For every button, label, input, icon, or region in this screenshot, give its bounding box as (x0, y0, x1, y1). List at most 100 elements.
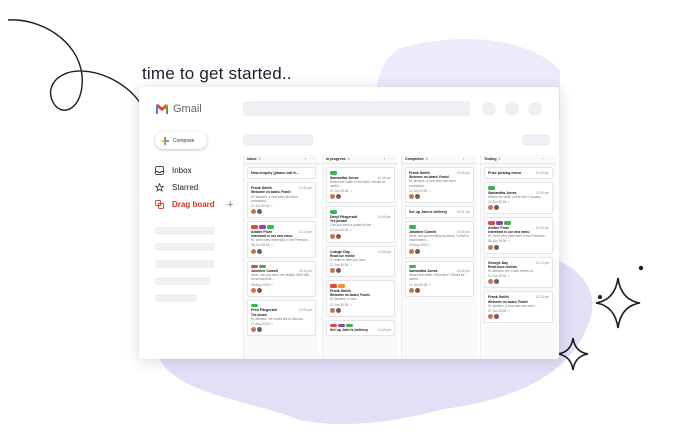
nav-starred[interactable]: Starred (155, 183, 198, 192)
column-count: 5 (425, 157, 428, 161)
board-column: Inbox 5 + ··· New enquiry (phone call fr...… (243, 155, 319, 359)
card-meta: 12 Jun 20:04 ☆ (488, 200, 511, 205)
email-card[interactable]: New enquiry (phone call fr... (247, 167, 316, 180)
card-meta: 12 Jun 20:04 ☆ (488, 274, 511, 279)
nav-inbox[interactable]: Inbox (155, 166, 192, 175)
card-time: 12:45 pm (298, 186, 312, 191)
compose-label: Compose (173, 137, 195, 144)
column-actions-button[interactable]: + ··· (462, 157, 474, 161)
email-card[interactable]: Cutege Day 10:39 pm Read our review If I wa… (326, 245, 395, 278)
avatar (494, 314, 499, 320)
email-card[interactable]: Samantha Jones 12:45 pm Where the width of… (326, 167, 395, 204)
avatar (251, 287, 256, 293)
board-column: Completed 5 + ··· Frank Smith 12:45 pm Welcom… (401, 155, 477, 359)
card-snippet: Hi Jasmine, a new... (330, 297, 359, 302)
avatar (251, 248, 256, 254)
email-card[interactable]: Jasmine Cowell 12:11 pm Hello, can you sen… (247, 260, 316, 297)
avatar (336, 194, 341, 200)
dot-icon (598, 295, 602, 299)
board-icon (155, 200, 164, 209)
email-card[interactable]: Frank Smith Welcome on board, Frank! Hi Ja… (326, 280, 395, 317)
nav-starred-label: Starred (172, 183, 199, 192)
label-tag (267, 225, 274, 229)
column-header: Testing 5 + ··· (481, 155, 556, 164)
column-title: Testing (484, 157, 497, 161)
email-card[interactable]: Daryl Fitzgerald 12:40 pm Yes please! Can y… (326, 206, 395, 243)
email-card[interactable]: Samantha Jones 12:40 pm Where the width of… (405, 260, 474, 297)
card-assignees (488, 279, 549, 285)
help-icon[interactable] (482, 102, 496, 116)
avatar (336, 268, 341, 274)
card-assignees (488, 205, 549, 211)
card-assignees (409, 194, 470, 200)
card-snippet: Hi Jasmine, a new sale has been... (488, 303, 538, 308)
email-card[interactable]: Set up John's delivery 12:45 pm (326, 319, 395, 337)
card-time: 12:41 pm (456, 210, 470, 215)
email-card[interactable]: Frank Smith 12:45 pm Welcome on board, Fra… (405, 167, 474, 204)
email-card[interactable]: Frank Smith 12:45 pm Welcome on board, Fra… (247, 182, 316, 219)
card-sender: Set up John's delivery (330, 328, 369, 333)
email-card[interactable]: Amber Fiore 12:36 pm Interested in our new… (484, 217, 553, 254)
avatar (330, 268, 335, 274)
card-assignees (251, 327, 312, 333)
promo-stage: time to get started.. Gmail Compose Inbo… (0, 0, 682, 441)
card-tags (251, 303, 312, 308)
card-meta: 12 Jun 20:04 ☆ (409, 188, 432, 193)
card-time: 12:40 pm (377, 214, 391, 219)
card-sender: Fred Fitzgerald (251, 308, 277, 313)
card-snippet: Hi Jasmine, a new sale has been schedule… (251, 194, 298, 203)
card-snippet: Hello, are you sending my setup. I'd lik… (409, 233, 469, 243)
swirl-line (7, 19, 146, 113)
email-card[interactable]: Amber Fiore 12:14 pm Interested in our new… (247, 221, 316, 258)
column-count: 4 (347, 157, 350, 161)
email-card[interactable]: Fred Fitzgerald 12:09 pm The phone Hi Jasmi… (247, 299, 316, 337)
email-card[interactable]: Frank Smith 12:10 pm Welcome on board, Fra… (484, 291, 553, 324)
card-meta: 29 Aug 20:04 ☆ (251, 282, 274, 287)
card-meta: 12 Jun 20:04 ☆ (330, 302, 353, 307)
card-tags (251, 264, 312, 269)
card-sender: Set up John's delivery (409, 210, 448, 215)
card-time: 12:45 pm (535, 171, 549, 175)
label-tag (488, 221, 495, 225)
label-tag (259, 264, 266, 269)
avatar (257, 287, 262, 293)
card-assignees (488, 244, 549, 250)
column-actions-button[interactable]: + ··· (304, 157, 316, 161)
column-count: 5 (498, 157, 501, 161)
email-card[interactable]: Samantha Jones 12:45 pm Where the width of… (484, 182, 553, 215)
email-card[interactable]: Price picking menu 12:45 pm (484, 167, 553, 180)
avatar (409, 248, 414, 254)
column-actions-button[interactable]: + ··· (383, 157, 395, 161)
email-card[interactable]: Jasmine Cowell 12:45 pm Hello, are you sen… (405, 221, 474, 258)
add-board-button[interactable]: + (227, 199, 233, 211)
kanban-board: Inbox 5 + ··· New enquiry (phone call fr...… (243, 155, 559, 359)
nav-dragboard[interactable]: Drag board (155, 200, 215, 209)
compose-button[interactable]: Compose (155, 132, 207, 149)
label-tag (330, 210, 337, 214)
settings-icon[interactable] (505, 102, 519, 116)
app-name: Gmail (173, 103, 202, 115)
nav-placeholder (155, 294, 197, 302)
avatar (257, 209, 262, 215)
avatar (488, 314, 493, 320)
card-assignees (330, 307, 391, 313)
label-tag (496, 221, 503, 225)
avatar (330, 194, 335, 200)
email-card[interactable]: George Day 12:12 pm Read more reviews Hi Ja… (484, 256, 553, 289)
card-time: 12:09 pm (298, 308, 312, 313)
column-actions-button[interactable]: + ··· (541, 157, 553, 161)
account-avatar[interactable] (528, 102, 542, 116)
card-time: 12:36 pm (535, 225, 549, 230)
label-tag (330, 171, 337, 175)
card-snippet: Hello, can you send me details. We'd lik… (251, 273, 309, 282)
label-tag (409, 264, 416, 269)
plus-icon (161, 136, 169, 145)
email-card[interactable]: Set up John's delivery 12:41 pm (405, 206, 474, 219)
card-snippet: Hi Jasmine, we would like to discuss... (251, 316, 306, 321)
avatar (251, 327, 256, 333)
card-meta: 08 Jun 20:04 ☆ (251, 243, 274, 248)
card-time: 12:45 pm (377, 328, 391, 333)
card-tags (330, 171, 391, 175)
search-input[interactable] (243, 101, 470, 116)
nav-inbox-label: Inbox (172, 166, 192, 175)
